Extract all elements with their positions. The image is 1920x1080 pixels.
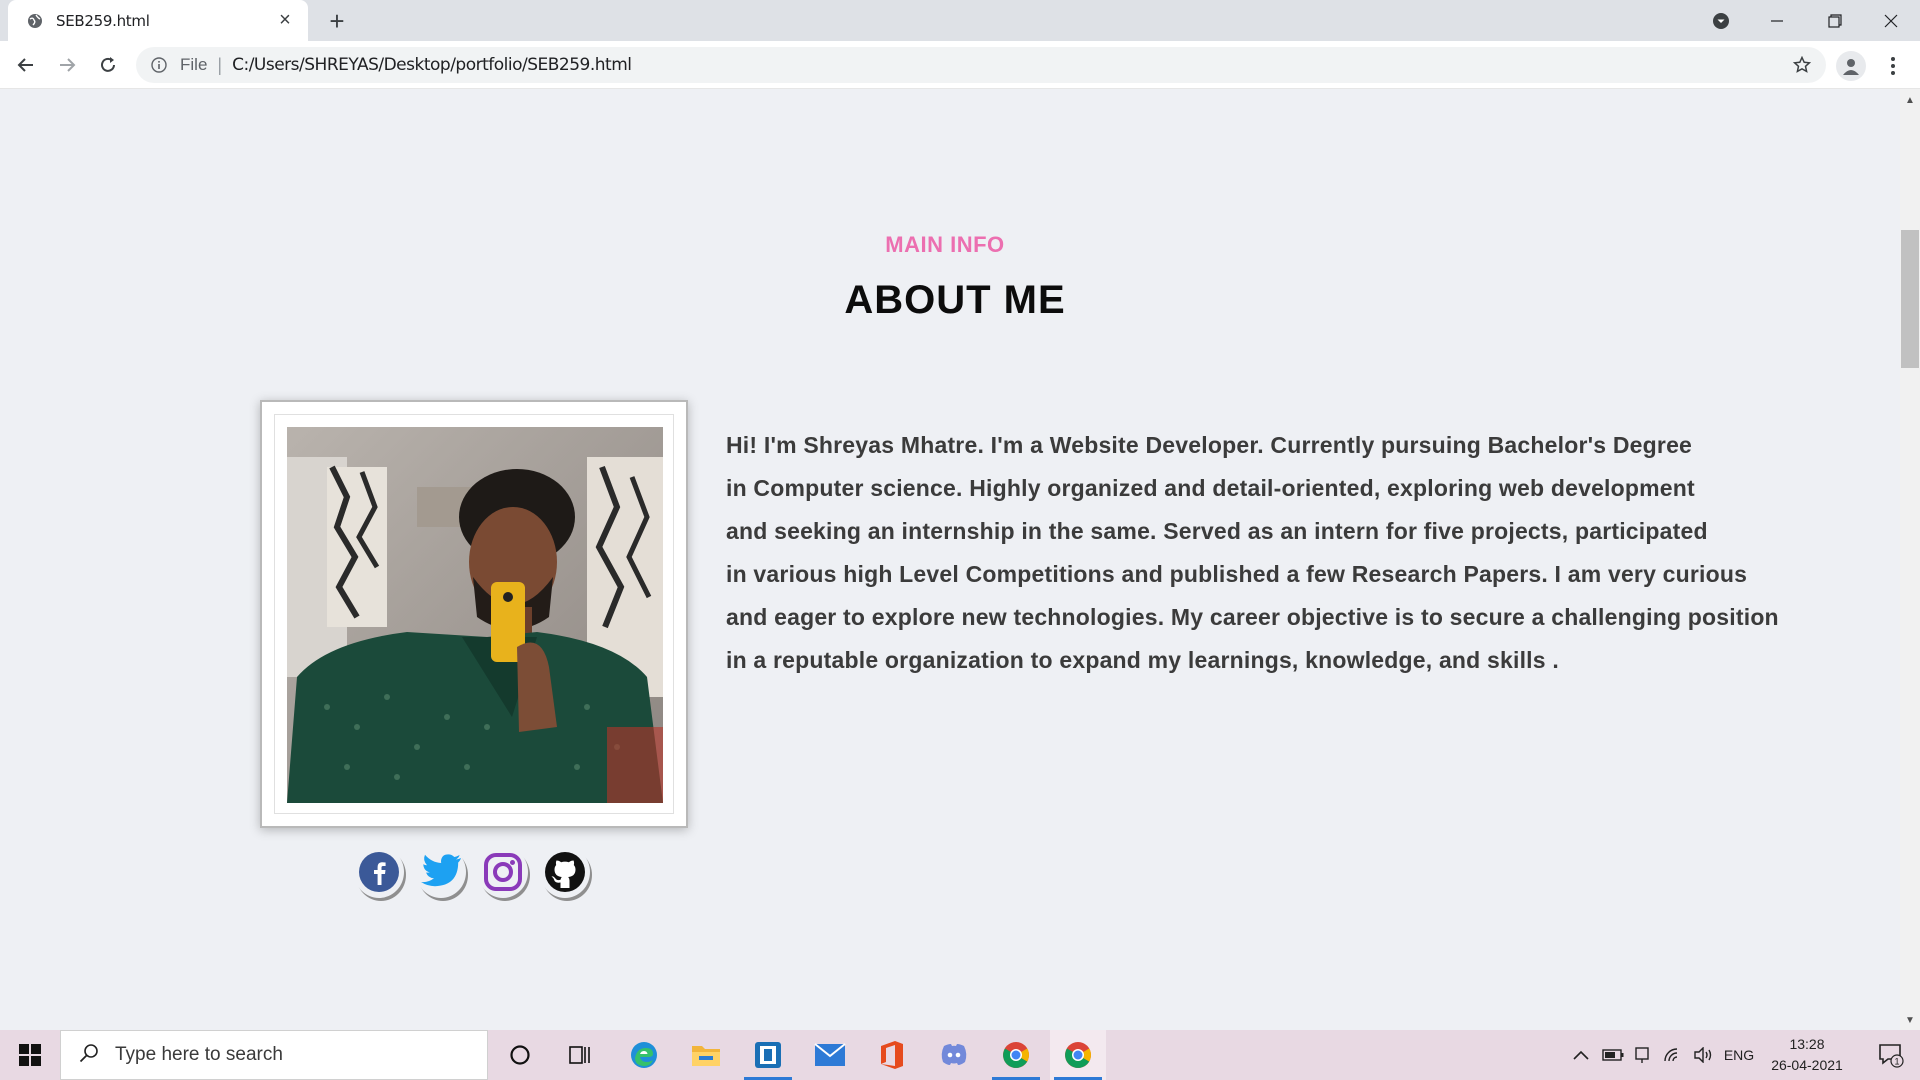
chrome-icon[interactable]: [988, 1030, 1044, 1080]
minimize-icon[interactable]: [1748, 0, 1806, 41]
battery-icon[interactable]: [1600, 1030, 1626, 1080]
tab-search-icon[interactable]: [1708, 8, 1734, 34]
profile-avatar-icon[interactable]: [1836, 51, 1866, 81]
edge-browser-icon[interactable]: [616, 1030, 672, 1080]
discord-icon[interactable]: [926, 1030, 982, 1080]
device-icon[interactable]: [1630, 1030, 1654, 1080]
close-tab-icon[interactable]: ×: [274, 9, 296, 32]
windows-start-icon[interactable]: [0, 1030, 60, 1080]
task-view-icon[interactable]: [552, 1030, 608, 1080]
instagram-icon[interactable]: [478, 846, 528, 898]
url-separator: |: [217, 54, 223, 75]
browser-tab-strip: SEB259.html × +: [0, 0, 1920, 41]
scroll-up-arrow-icon[interactable]: ▲: [1900, 92, 1920, 108]
volume-icon[interactable]: [1690, 1030, 1716, 1080]
about-line: Hi! I'm Shreyas Mhatre. I'm a Website De…: [726, 432, 1693, 458]
profile-photo-mat: [274, 414, 674, 814]
about-line: in Computer science. Highly organized an…: [726, 475, 1695, 501]
office-icon[interactable]: [864, 1030, 920, 1080]
info-icon[interactable]: [150, 56, 168, 74]
section-subtitle: MAIN INFO: [885, 232, 1005, 257]
clock-time: 13:28: [1789, 1036, 1825, 1052]
social-links: [354, 846, 590, 898]
file-explorer-icon[interactable]: [678, 1030, 734, 1080]
profile-photo: [287, 427, 663, 803]
url-scheme-label: File: [180, 55, 208, 74]
browser-toolbar: File | C:/Users/SHREYAS/Desktop/portfoli…: [0, 41, 1920, 89]
profile-photo-frame: [260, 400, 688, 828]
github-icon[interactable]: [540, 846, 590, 898]
browser-tab[interactable]: SEB259.html ×: [8, 0, 308, 41]
cortana-icon[interactable]: [492, 1030, 548, 1080]
taskbar-clock[interactable]: 13:28 26-04-2021: [1762, 1034, 1852, 1076]
about-line: and eager to explore new technologies. M…: [726, 604, 1779, 630]
clock-date: 26-04-2021: [1771, 1057, 1843, 1073]
menu-kebab-icon[interactable]: [1878, 51, 1908, 81]
forward-icon[interactable]: [51, 49, 83, 81]
language-indicator[interactable]: ENG: [1722, 1030, 1756, 1080]
about-line: in a reputable organization to expand my…: [726, 647, 1559, 673]
taskbar-search-box[interactable]: Type here to search: [60, 1030, 488, 1080]
mail-icon[interactable]: [802, 1030, 858, 1080]
chevron-up-icon[interactable]: [1570, 1030, 1592, 1080]
globe-icon: [26, 12, 44, 30]
notification-count: 1: [1894, 1057, 1899, 1067]
wifi-icon[interactable]: [1660, 1030, 1686, 1080]
scroll-down-arrow-icon[interactable]: ▼: [1900, 1012, 1920, 1028]
code-editor-icon[interactable]: [740, 1030, 796, 1080]
restore-icon[interactable]: [1806, 0, 1864, 41]
about-line: and seeking an internship in the same. S…: [726, 518, 1708, 544]
chrome-icon[interactable]: [1050, 1030, 1106, 1080]
windows-taskbar: Type here to search ENG 13:28 26-04-2021…: [0, 1030, 1920, 1080]
about-line: in various high Level Competitions and p…: [726, 561, 1748, 587]
reload-icon[interactable]: [92, 49, 124, 81]
taskbar-search-placeholder: Type here to search: [115, 1044, 283, 1065]
tab-title: SEB259.html: [56, 11, 150, 30]
close-window-icon[interactable]: [1862, 0, 1920, 41]
url-text[interactable]: C:/Users/SHREYAS/Desktop/portfolio/SEB25…: [232, 55, 632, 75]
about-paragraph: Hi! I'm Shreyas Mhatre. I'm a Website De…: [726, 424, 1786, 682]
notification-icon[interactable]: 1: [1866, 1030, 1916, 1080]
address-bar[interactable]: File | C:/Users/SHREYAS/Desktop/portfoli…: [136, 47, 1826, 83]
bookmark-star-icon[interactable]: [1792, 55, 1812, 75]
search-icon: [79, 1043, 99, 1068]
facebook-icon[interactable]: [354, 846, 404, 898]
twitter-icon[interactable]: [416, 846, 466, 898]
new-tab-icon[interactable]: +: [322, 6, 352, 36]
page-title: ABOUT ME: [844, 278, 1066, 322]
back-icon[interactable]: [10, 49, 42, 81]
